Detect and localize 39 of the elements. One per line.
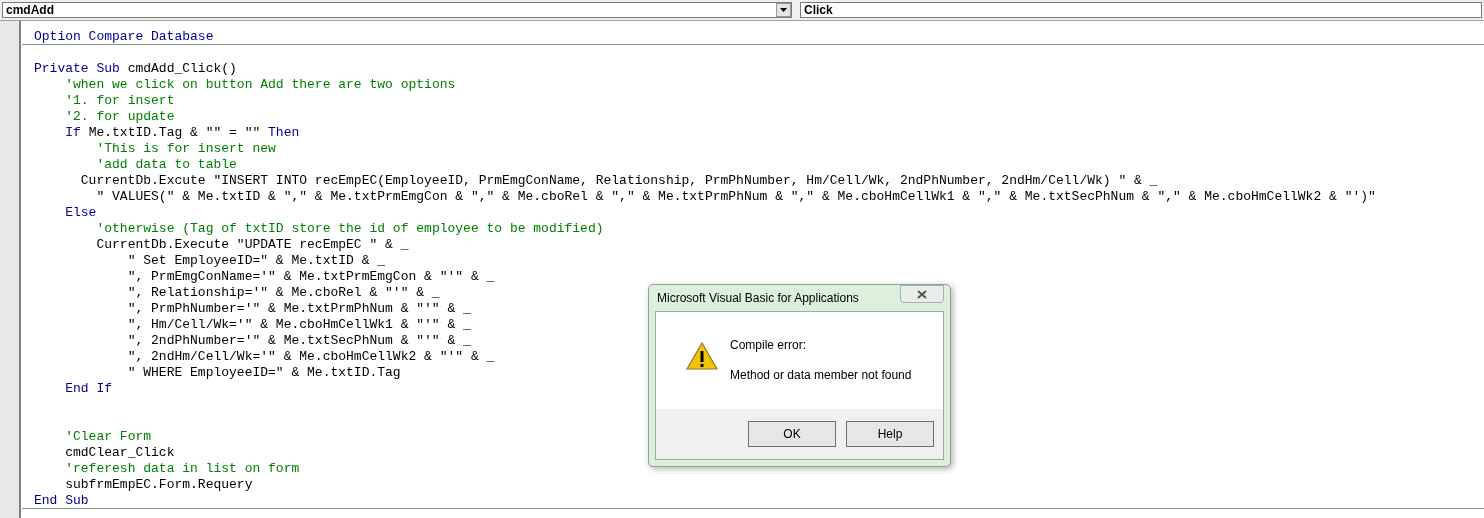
code-line: ", 2ndPhNumber='" & Me.txtSecPhNum & "'" & _ bbox=[127, 333, 471, 348]
warning-icon bbox=[686, 342, 718, 370]
code-line: ", PrmPhNumber='" & Me.txtPrmPhNum & "'" & _ bbox=[127, 301, 471, 316]
error-message: Method or data member not found bbox=[730, 368, 912, 382]
code-line: 'otherwise (Tag of txtID store the id of employee to be modified) bbox=[96, 221, 604, 236]
code-line: Else bbox=[65, 205, 97, 220]
code-line: CurrentDb.Excute "INSERT INTO recEmpEC(EmployeeID, PrmEmgConName, Relationship, PrmPhNumber, Hm/Cell/Wk, 2ndPhNumber, 2ndHm/Cell/Wk) " & _ bbox=[80, 173, 1158, 188]
code-line: " VALUES(" & Me.txtID & "," & Me.txtPrmEmgCon & "," & Me.cboRel & "," & Me.txtPrmPhNum & "," & Me.cboHmCellWk1 & "," & Me.txtSecPhNum & "," & Me.cboHmCellWk2 & "')" bbox=[96, 189, 1376, 204]
code-line: End Sub bbox=[34, 493, 89, 508]
code-line: 'Clear Form bbox=[65, 429, 152, 444]
caret-icon bbox=[780, 8, 787, 12]
procedure-dropdown[interactable]: Click bbox=[800, 2, 1482, 18]
code-line: cmdClear_Click bbox=[65, 445, 175, 460]
code-line: '1. for insert bbox=[65, 93, 175, 108]
code-line: End If bbox=[65, 381, 113, 396]
dialog-button[interactable]: Help bbox=[846, 421, 934, 447]
code-line: Option Compare Database bbox=[34, 29, 214, 44]
code-line: ", Hm/Cell/Wk='" & Me.cboHmCellWk1 & "'" & _ bbox=[127, 317, 471, 332]
code-line: " WHERE EmployeeID=" & Me.txtID.Tag bbox=[127, 365, 401, 380]
code-line: 'when we click on button Add there are two options bbox=[65, 77, 456, 92]
code-line: subfrmEmpEC.Form.Requery bbox=[65, 477, 253, 492]
code-line: " Set EmployeeID=" & Me.txtID & _ bbox=[127, 253, 386, 268]
code-line: ", PrmEmgConName='" & Me.txtPrmEmgCon & "'" & _ bbox=[127, 269, 495, 284]
code-line: '2. for update bbox=[65, 109, 175, 124]
code-line: Private Sub cmdAdd_Click() bbox=[34, 61, 237, 76]
code-line: CurrentDb.Execute "UPDATE recEmpEC " & _ bbox=[96, 237, 409, 252]
close-button[interactable] bbox=[900, 285, 944, 303]
error-heading: Compile error: bbox=[730, 338, 808, 352]
code-line: ", 2ndHm/Cell/Wk='" & Me.cboHmCellWk2 & "'" & _ bbox=[127, 349, 495, 364]
dialog-title: Microsoft Visual Basic for Applications bbox=[656, 291, 859, 305]
code-line: 'referesh data in list on form bbox=[65, 461, 300, 476]
code-line: 'This is for insert new bbox=[96, 141, 276, 156]
code-line: 'add data to table bbox=[96, 157, 237, 172]
dialog-button[interactable]: OK bbox=[748, 421, 836, 447]
dropdown-button[interactable] bbox=[776, 3, 791, 17]
code-line: ", Relationship='" & Me.cboRel & "'" & _ bbox=[127, 285, 440, 300]
object-dropdown[interactable]: cmdAdd bbox=[2, 2, 792, 18]
close-icon bbox=[917, 289, 927, 299]
code-line: If Me.txtID.Tag & "" = "" Then bbox=[65, 125, 300, 140]
